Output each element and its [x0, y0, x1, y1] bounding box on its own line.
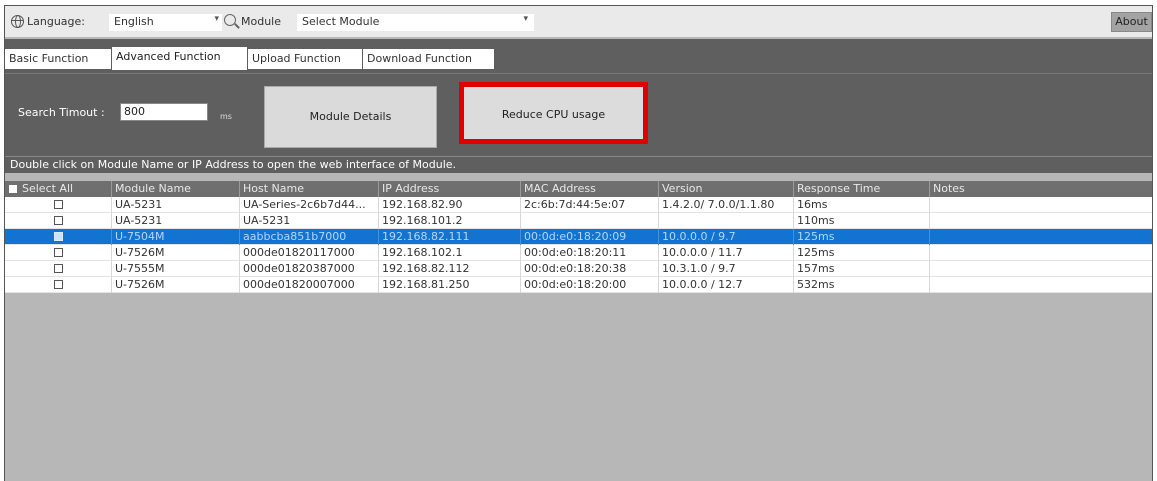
- select-all-checkbox[interactable]: [9, 185, 17, 193]
- cell-mac-address: 00:0d:e0:18:20:38: [520, 261, 658, 277]
- cell-ip-address[interactable]: 192.168.101.2: [378, 213, 520, 229]
- column-header-ip-address[interactable]: IP Address: [378, 181, 520, 197]
- row-checkbox[interactable]: [54, 280, 63, 289]
- tab-upload-function[interactable]: Upload Function: [248, 49, 362, 69]
- info-text: Double click on Module Name or IP Addres…: [10, 158, 457, 171]
- cell-ip-address[interactable]: 192.168.82.90: [378, 197, 520, 213]
- cell-version: 10.3.1.0 / 9.7: [658, 261, 793, 277]
- row-checkbox[interactable]: [54, 248, 63, 257]
- table-row[interactable]: UA-5231 UA-Series-2c6b7d44... 192.168.82.9…: [5, 197, 1152, 213]
- info-bar: Double click on Module Name or IP Addres…: [5, 156, 1152, 173]
- cell-ip-address[interactable]: 192.168.82.111: [378, 229, 520, 245]
- cell-notes: [929, 245, 1152, 261]
- cell-module-name[interactable]: UA-5231: [111, 197, 239, 213]
- language-select[interactable]: English ▾: [109, 14, 222, 31]
- module-select[interactable]: Select Module ▾: [297, 14, 534, 31]
- column-header-module-name[interactable]: Module Name: [111, 181, 239, 197]
- row-checkbox[interactable]: [54, 264, 63, 273]
- cell-version: [658, 213, 793, 229]
- cell-response-time: 532ms: [793, 277, 929, 293]
- tab-bar: Basic Function Advanced Function Upload …: [5, 39, 1152, 73]
- cell-mac-address: 00:0d:e0:18:20:09: [520, 229, 658, 245]
- tab-basic-function[interactable]: Basic Function: [5, 49, 111, 69]
- table-row[interactable]: UA-5231 UA-5231 192.168.101.2 110ms: [5, 213, 1152, 229]
- globe-icon: [11, 15, 24, 28]
- top-toolbar: Language: English ▾ Module Select Module…: [5, 6, 1152, 38]
- cell-module-name[interactable]: U-7526M: [111, 277, 239, 293]
- column-header-mac-address[interactable]: MAC Address: [520, 181, 658, 197]
- row-checkbox[interactable]: [54, 200, 63, 209]
- about-button[interactable]: About: [1111, 12, 1152, 32]
- cell-version: 10.0.0.0 / 12.7: [658, 277, 793, 293]
- cell-notes: [929, 213, 1152, 229]
- cell-version: 1.4.2.0/ 7.0.0/1.1.80: [658, 197, 793, 213]
- cell-module-name[interactable]: U-7555M: [111, 261, 239, 277]
- cell-module-name[interactable]: U-7504M: [111, 229, 239, 245]
- column-header-response-time[interactable]: Response Time: [793, 181, 929, 197]
- cell-response-time: 125ms: [793, 229, 929, 245]
- cell-host-name: aabbcba851b7000: [239, 229, 378, 245]
- row-checkbox-checked[interactable]: [54, 232, 63, 241]
- cell-host-name: 000de01820117000: [239, 245, 378, 261]
- cell-version: 10.0.0.0 / 11.7: [658, 245, 793, 261]
- module-details-button[interactable]: Module Details: [264, 86, 437, 148]
- cell-mac-address: [520, 213, 658, 229]
- cell-mac-address: 2c:6b:7d:44:5e:07: [520, 197, 658, 213]
- language-label: Language:: [27, 15, 85, 28]
- cell-module-name[interactable]: UA-5231: [111, 213, 239, 229]
- cell-version: 10.0.0.0 / 9.7: [658, 229, 793, 245]
- cell-mac-address: 00:0d:e0:18:20:11: [520, 245, 658, 261]
- chevron-down-icon[interactable]: ▾: [214, 14, 219, 24]
- cell-response-time: 16ms: [793, 197, 929, 213]
- reduce-cpu-usage-button[interactable]: Reduce CPU usage: [459, 82, 648, 144]
- cell-module-name[interactable]: U-7526M: [111, 245, 239, 261]
- cell-mac-address: 00:0d:e0:18:20:00: [520, 277, 658, 293]
- advanced-tools-panel: Search Timout : 800 ms Module Details Re…: [5, 73, 1152, 156]
- column-header-notes[interactable]: Notes: [929, 181, 1152, 197]
- cell-ip-address[interactable]: 192.168.81.250: [378, 277, 520, 293]
- module-select-value: Select Module: [302, 15, 380, 28]
- language-select-value: English: [114, 15, 154, 28]
- table-row[interactable]: U-7526M 000de01820007000 192.168.81.250 00:…: [5, 277, 1152, 293]
- timeout-unit-label: ms: [220, 112, 232, 121]
- cell-host-name: 000de01820007000: [239, 277, 378, 293]
- cell-notes: [929, 277, 1152, 293]
- table-row[interactable]: U-7526M 000de01820117000 192.168.102.1 00:0…: [5, 245, 1152, 261]
- column-header-version[interactable]: Version: [658, 181, 793, 197]
- search-timeout-label: Search Timout :: [18, 106, 105, 119]
- cell-host-name: UA-Series-2c6b7d44...: [239, 197, 378, 213]
- cell-notes: [929, 261, 1152, 277]
- tab-download-function[interactable]: Download Function: [363, 49, 494, 69]
- cell-notes: [929, 197, 1152, 213]
- cell-ip-address[interactable]: 192.168.82.112: [378, 261, 520, 277]
- tab-advanced-function[interactable]: Advanced Function: [112, 47, 247, 70]
- grid-header: Select All Module Name Host Name IP Addr…: [5, 181, 1152, 197]
- cell-notes: [929, 229, 1152, 245]
- cell-host-name: 000de01820387000: [239, 261, 378, 277]
- table-row[interactable]: U-7504M aabbcba851b7000 192.168.82.111 00:0…: [5, 229, 1152, 245]
- column-header-host-name[interactable]: Host Name: [239, 181, 378, 197]
- search-timeout-input[interactable]: 800: [120, 103, 208, 121]
- cell-host-name: UA-5231: [239, 213, 378, 229]
- app-window: Language: English ▾ Module Select Module…: [4, 5, 1153, 481]
- cell-ip-address[interactable]: 192.168.102.1: [378, 245, 520, 261]
- cell-response-time: 157ms: [793, 261, 929, 277]
- cell-response-time: 110ms: [793, 213, 929, 229]
- column-header-select-all[interactable]: Select All: [19, 181, 111, 197]
- search-icon: [224, 14, 236, 26]
- module-label: Module: [241, 15, 281, 28]
- cell-response-time: 125ms: [793, 245, 929, 261]
- row-checkbox[interactable]: [54, 216, 63, 225]
- chevron-down-icon[interactable]: ▾: [523, 14, 528, 24]
- table-row[interactable]: U-7555M 000de01820387000 192.168.82.112 00:…: [5, 261, 1152, 277]
